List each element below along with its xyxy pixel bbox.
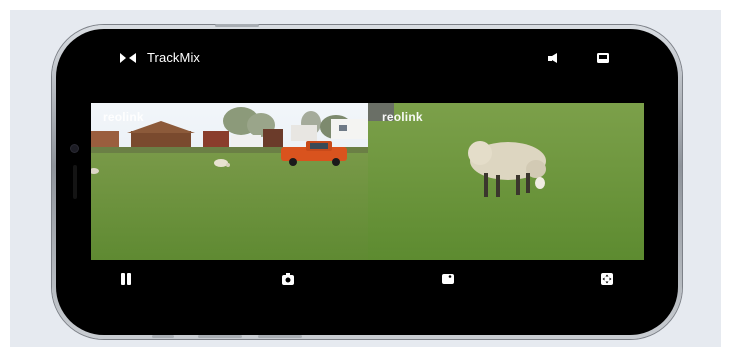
camera-snapshot-icon[interactable] [281, 272, 295, 286]
power-button [152, 335, 174, 338]
watermark: reolink [382, 110, 423, 124]
pause-icon[interactable] [119, 272, 133, 286]
speaker-slot [73, 165, 77, 199]
page-title: TrackMix [147, 50, 201, 65]
watermark: reolink [103, 110, 144, 124]
video-record-icon[interactable] [441, 272, 455, 286]
side-button [198, 335, 242, 338]
speaker-icon[interactable] [547, 52, 561, 64]
ptz-control-icon[interactable] [600, 272, 614, 286]
wide-camera-feed[interactable]: reolink [91, 103, 368, 260]
tele-camera-feed[interactable]: reolink [368, 103, 644, 260]
front-camera [71, 145, 78, 152]
picture-in-picture-icon[interactable] [596, 52, 610, 64]
volume-button [215, 24, 259, 27]
side-button [258, 335, 302, 338]
camera-logo-icon [120, 53, 136, 63]
